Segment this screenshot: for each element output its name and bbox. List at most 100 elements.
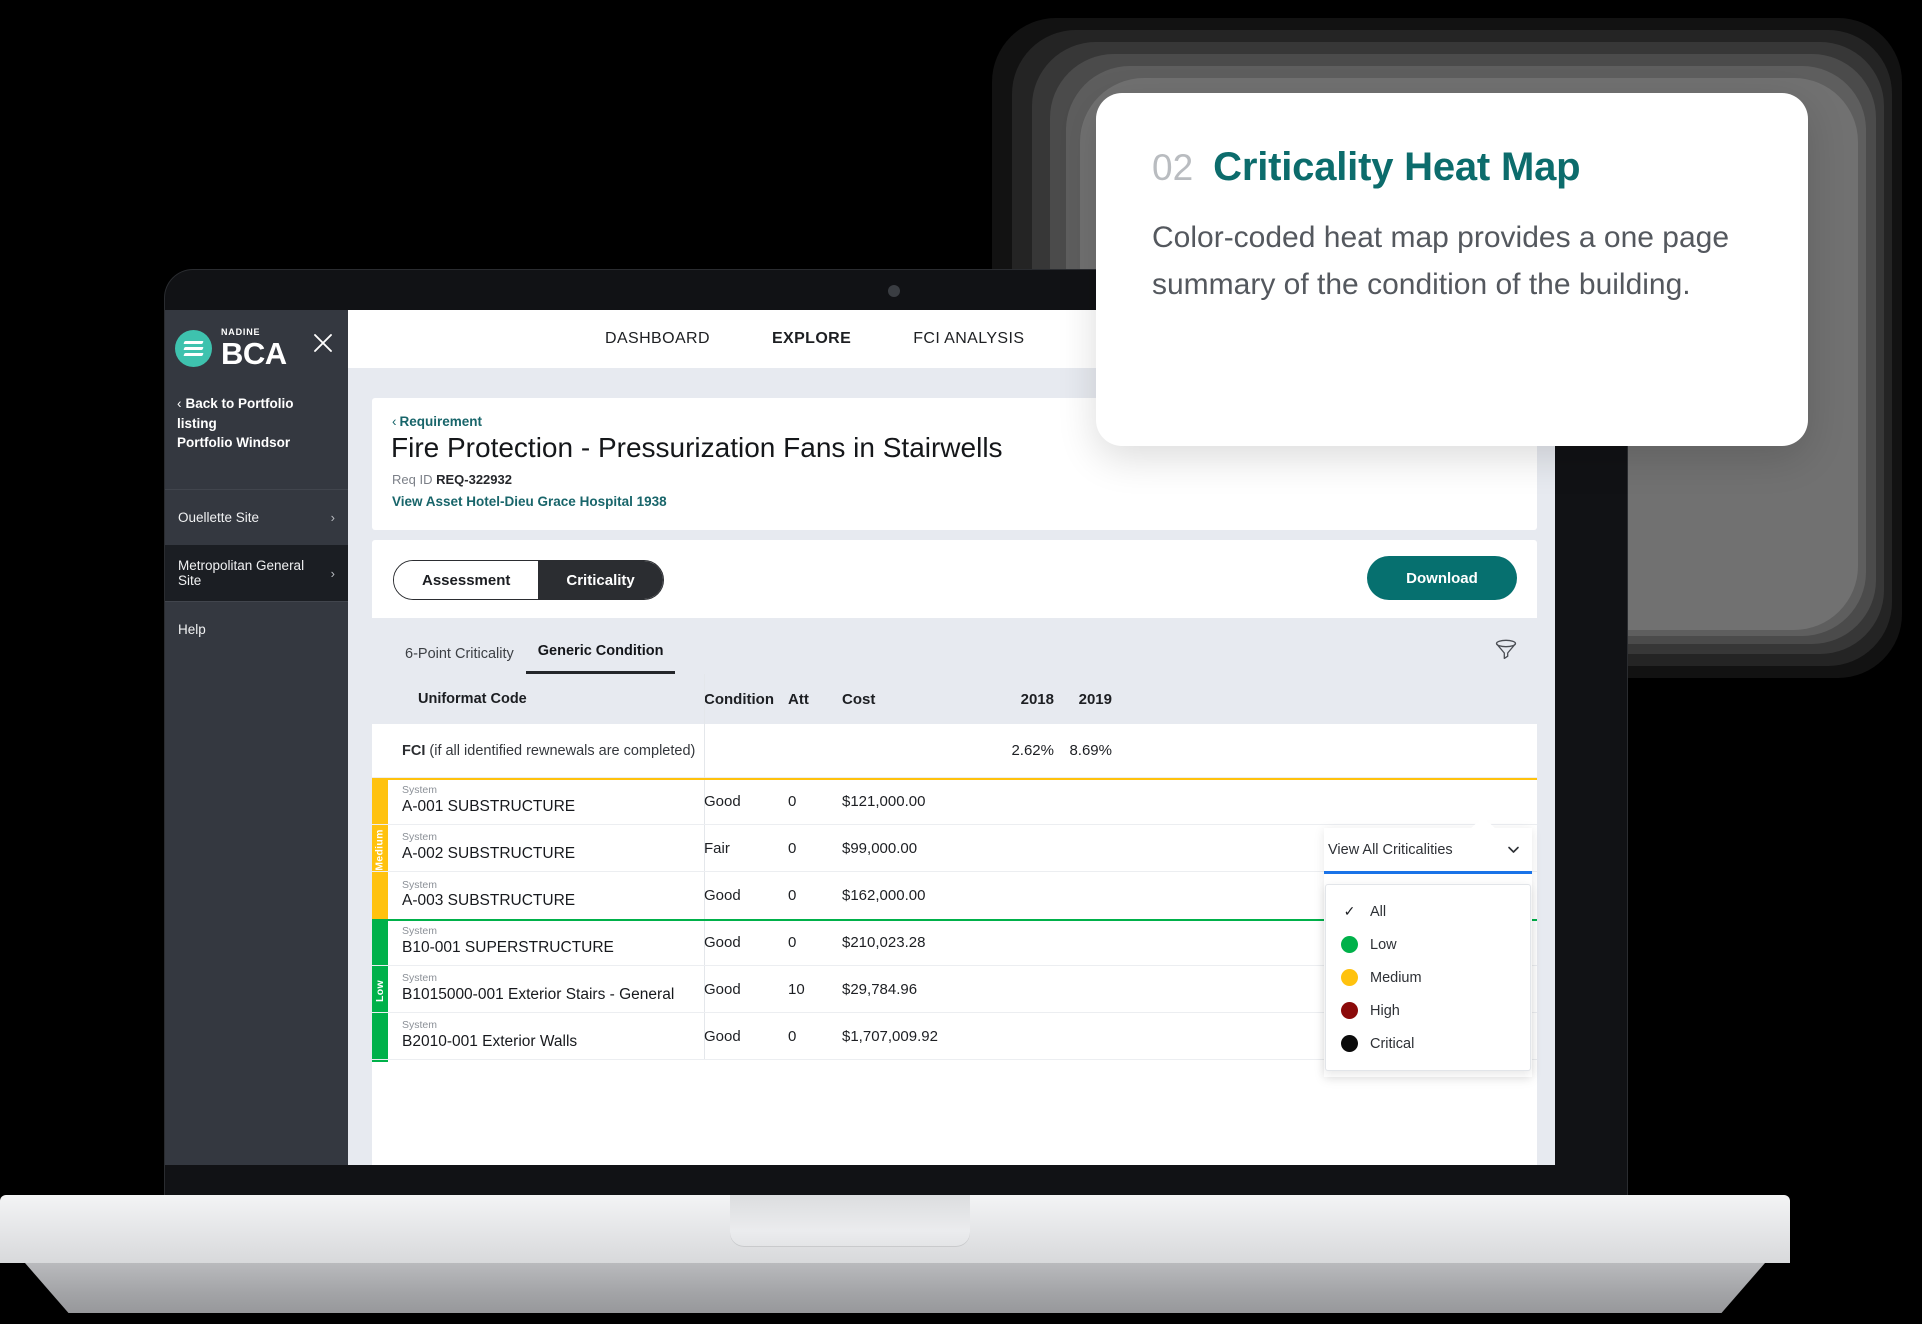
col-condition: Condition: [704, 690, 774, 708]
row-band-spacer: [372, 1013, 388, 1059]
row-kicker: System: [402, 784, 438, 797]
option-critical[interactable]: Critical: [1326, 1027, 1530, 1060]
option-low[interactable]: Low: [1326, 928, 1530, 961]
option-high[interactable]: High: [1326, 994, 1530, 1027]
chevron-left-icon: ‹: [392, 414, 397, 429]
chevron-right-icon: ›: [330, 565, 335, 581]
filter-funnel-button[interactable]: [1489, 632, 1523, 666]
download-button[interactable]: Download: [1367, 556, 1517, 600]
row-att: 0: [788, 933, 797, 951]
req-id-label: Req ID: [392, 472, 433, 487]
row-uniformat: System B10-001 SUPERSTRUCTURE: [388, 919, 704, 965]
table-row-fci: FCI (if all identified rewnewals are com…: [372, 724, 1537, 778]
laptop-base: [0, 1195, 1790, 1313]
option-label: All: [1370, 903, 1387, 920]
page-root: DASHBOARD EXPLORE FCI ANALYSIS ‹ Requirem…: [0, 0, 1922, 1324]
row-band-spacer: [372, 919, 388, 965]
callout-body-text: Color-coded heat map provides a one page…: [1152, 221, 1730, 302]
fci-label-bold: FCI: [402, 742, 426, 759]
panel-toolbar: Assessment Criticality Download: [372, 540, 1537, 618]
sidebar-item-help[interactable]: Help: [165, 600, 348, 657]
sidebar-item-metropolitan-general-site[interactable]: Metropolitan General Site ›: [165, 544, 348, 601]
row-att: 0: [788, 792, 797, 810]
col-cost: Cost: [842, 690, 876, 708]
callout-number: 02: [1152, 147, 1194, 188]
row-name: B2010-001 Exterior Walls: [402, 1032, 578, 1050]
nav-item-fci-analysis[interactable]: FCI ANALYSIS: [913, 330, 1024, 348]
laptop-base-top: [0, 1195, 1790, 1263]
row-name: A-001 SUBSTRUCTURE: [402, 797, 576, 815]
row-name: A-003 SUBSTRUCTURE: [402, 892, 576, 910]
laptop-base-bottom: [25, 1263, 1765, 1313]
nav-item-explore[interactable]: EXPLORE: [772, 330, 851, 348]
option-label: High: [1370, 1002, 1400, 1019]
color-dot-low: [1341, 936, 1358, 953]
toggle-criticality[interactable]: Criticality: [538, 561, 663, 599]
logo-text: NADINE BCA: [221, 328, 287, 370]
row-att: 0: [788, 1027, 797, 1045]
row-condition: Good: [704, 887, 741, 904]
chevron-right-icon: ›: [330, 509, 335, 525]
color-dot-high: [1341, 1002, 1358, 1019]
col-2019: 2019: [1078, 690, 1112, 708]
row-uniformat: System A-003 SUBSTRUCTURE: [388, 872, 704, 919]
row-kicker: System: [402, 878, 438, 891]
row-name: A-002 SUBSTRUCTURE: [402, 844, 576, 862]
table-row[interactable]: System A-001 SUBSTRUCTURE Good 0 $121,00…: [372, 778, 1537, 825]
row-condition: Good: [704, 980, 741, 998]
row-band-spacer: [372, 872, 388, 919]
close-sidebar-button[interactable]: [312, 332, 334, 354]
main-content: ‹ Requirement Fire Protection - Pressuriz…: [348, 368, 1555, 1165]
criticality-options-list: ✓ All Low Medium High Critical: [1325, 884, 1531, 1071]
sidebar-item-ouellette-site[interactable]: Ouellette Site ›: [165, 488, 348, 545]
toggle-assessment[interactable]: Assessment: [394, 561, 539, 599]
callout-card: 02 Criticality Heat Map Color-coded heat…: [1096, 93, 1808, 446]
row-cost: $99,000.00: [842, 839, 918, 857]
row-att: 10: [788, 980, 805, 998]
sidebar-item-label: Help: [178, 621, 206, 637]
breadcrumb-label: Requirement: [399, 414, 483, 429]
option-medium[interactable]: Medium: [1326, 961, 1530, 994]
row-condition: Good: [704, 1027, 741, 1045]
breadcrumb[interactable]: ‹ Requirement: [392, 414, 482, 429]
assessment-criticality-toggle[interactable]: Assessment Criticality: [393, 560, 664, 600]
row-band-spacer: [372, 778, 388, 824]
sidebar-item-label: Metropolitan General Site: [178, 558, 305, 589]
color-dot-medium: [1341, 969, 1358, 986]
row-kicker: System: [402, 925, 438, 938]
back-line-1: Back to Portfolio listing: [177, 396, 294, 431]
row-condition: Good: [704, 792, 741, 810]
sidebar-header: NADINE BCA: [165, 310, 348, 388]
sidebar-item-label: Ouellette Site: [178, 509, 260, 525]
row-cost: $210,023.28: [842, 933, 926, 951]
callout-heading: 02 Criticality Heat Map: [1152, 145, 1746, 190]
check-icon: ✓: [1343, 903, 1356, 919]
option-all[interactable]: ✓ All: [1326, 895, 1530, 928]
criticality-select-value: View All Criticalities: [1328, 841, 1453, 858]
row-att: 0: [788, 887, 797, 904]
tab-6-point-criticality[interactable]: 6-Point Criticality: [393, 646, 526, 674]
chevron-down-icon: [1508, 846, 1519, 853]
row-uniformat: System A-001 SUBSTRUCTURE: [388, 778, 704, 824]
col-att: Att: [788, 690, 809, 708]
criticality-select[interactable]: View All Criticalities: [1324, 828, 1532, 874]
option-label: Critical: [1370, 1035, 1415, 1052]
sidebar: NADINE BCA ‹ Back to Portfolio listing P…: [165, 310, 348, 1165]
popover-arrow: [1470, 817, 1496, 829]
app-logo: NADINE BCA: [175, 328, 287, 369]
tab-generic-condition[interactable]: Generic Condition: [525, 643, 676, 674]
view-asset-link[interactable]: View Asset Hotel-Dieu Grace Hospital 193…: [392, 494, 667, 509]
fci-label: FCI (if all identified rewnewals are com…: [372, 743, 704, 759]
fci-2018-value: 2.62%: [1011, 742, 1054, 759]
row-band-spacer: [372, 966, 388, 1012]
row-kicker: System: [402, 1019, 438, 1032]
filter-funnel-icon: [1495, 639, 1517, 660]
col-uniformat-code: Uniformat Code: [418, 691, 527, 707]
requirement-id: Req ID REQ-322932: [392, 472, 512, 487]
back-to-portfolio-link[interactable]: ‹ Back to Portfolio listing Portfolio Win…: [165, 388, 348, 453]
fci-label-rest: (if all identified rewnewals are complet…: [425, 742, 696, 759]
table-header-row: Uniformat Code Condition Att Cost 2018 2…: [372, 674, 1537, 724]
nav-item-dashboard[interactable]: DASHBOARD: [605, 330, 710, 348]
webcam-icon: [888, 285, 900, 297]
